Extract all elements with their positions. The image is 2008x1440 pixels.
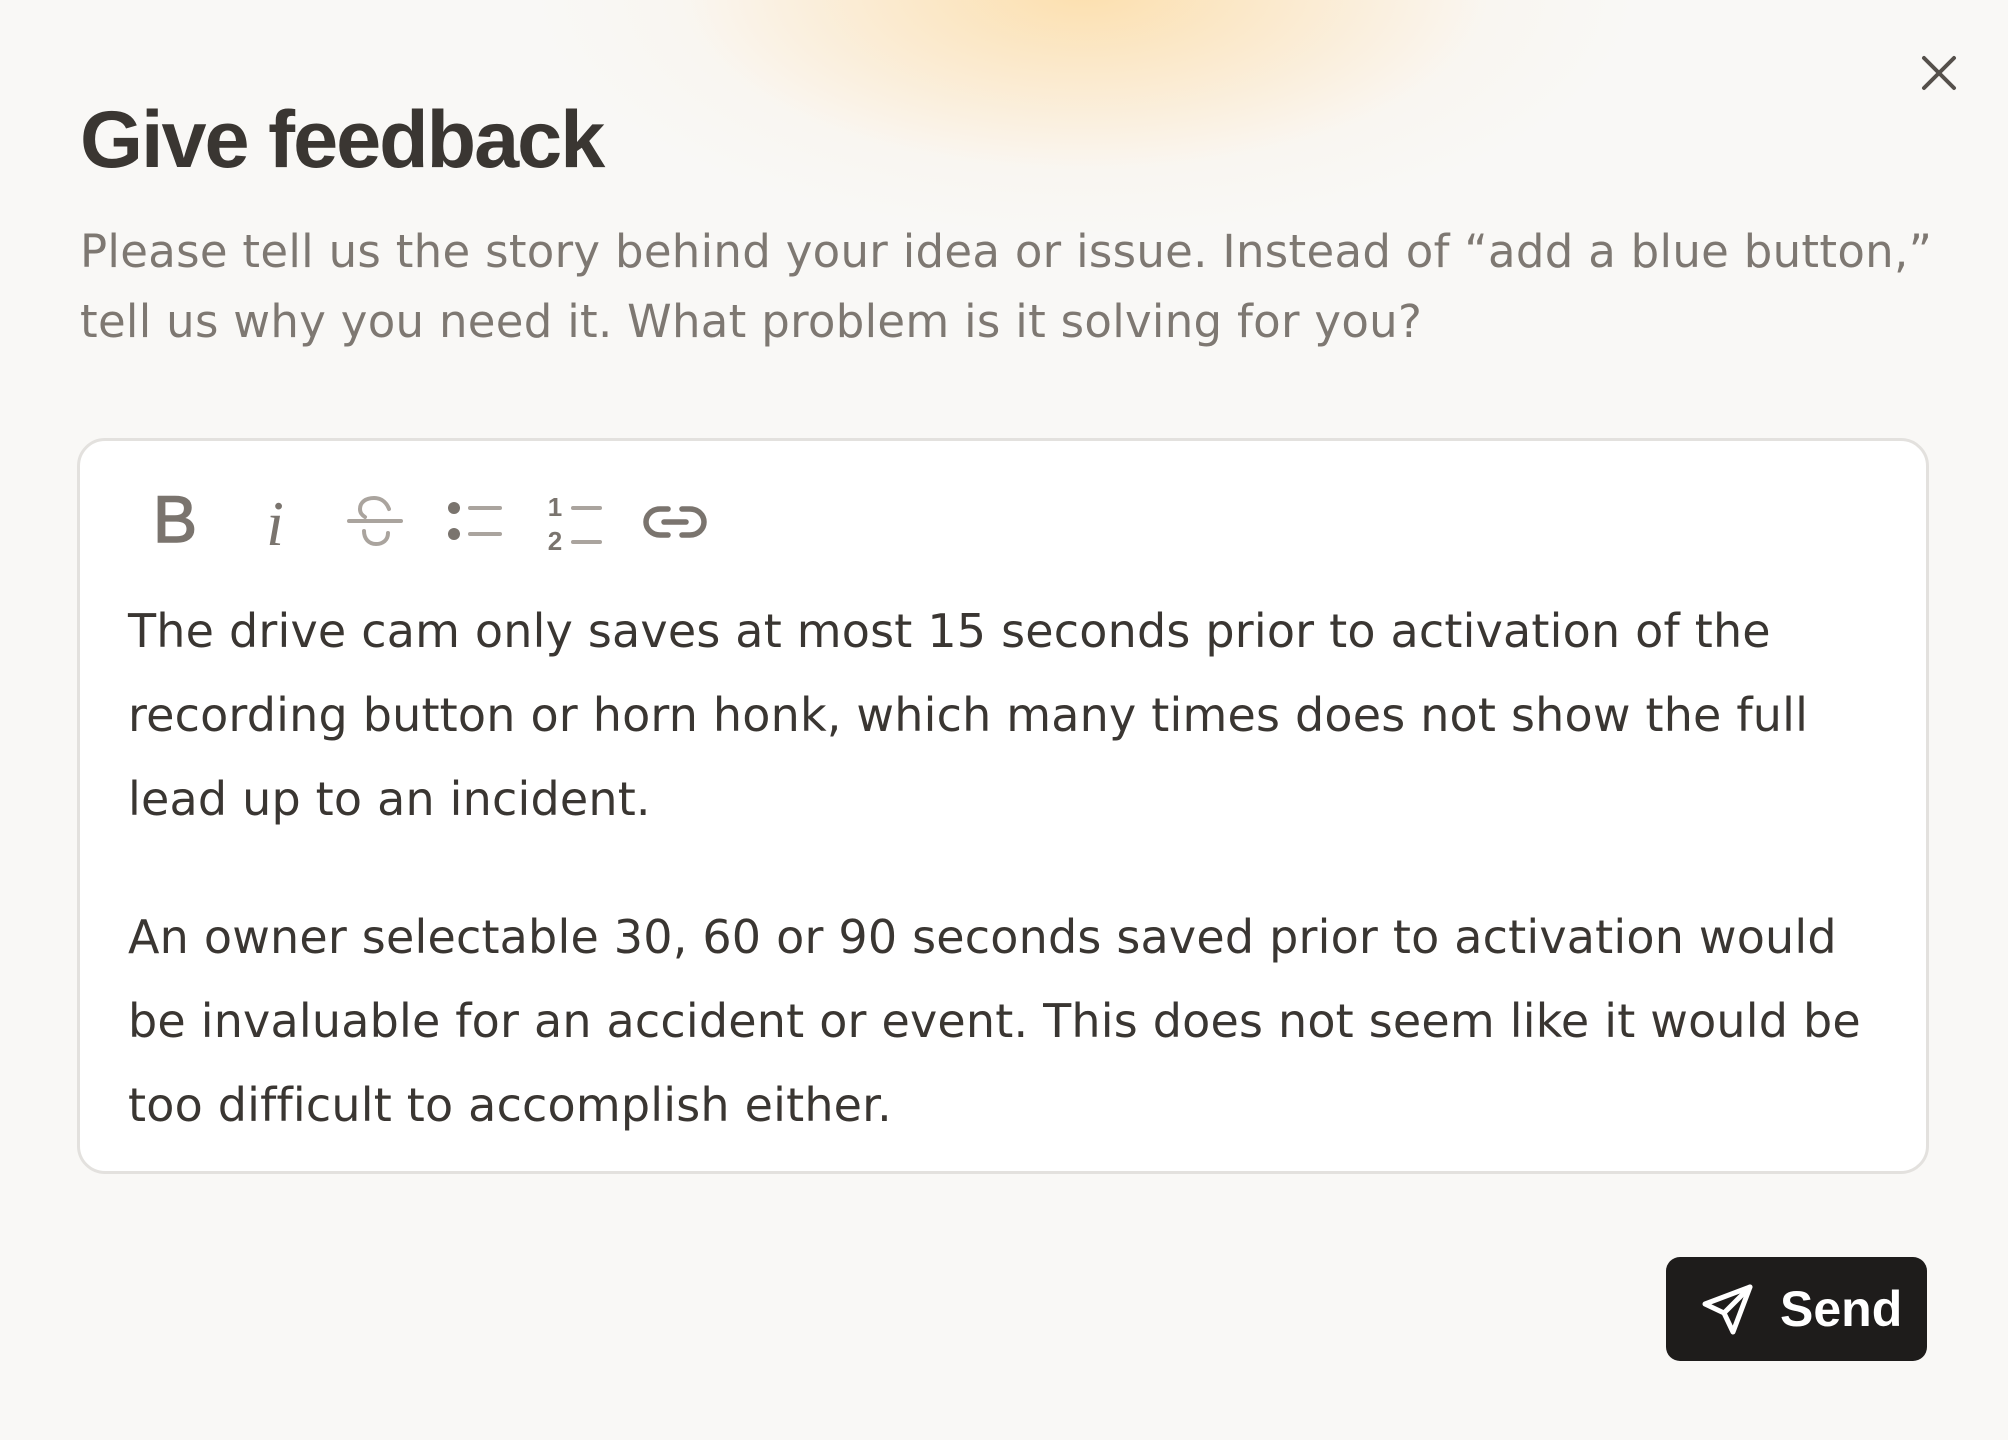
feedback-dialog: Give feedback Please tell us the story b… — [0, 0, 2008, 1440]
bulleted-list-icon — [448, 502, 502, 540]
bold-button[interactable]: B — [125, 477, 225, 567]
feedback-text-area[interactable]: The drive cam only saves at most 15 seco… — [128, 589, 1888, 1147]
formatting-toolbar: B i 1 2 — [125, 477, 725, 567]
link-button[interactable] — [625, 477, 725, 567]
italic-button[interactable]: i — [225, 477, 325, 567]
strikethrough-button[interactable] — [325, 477, 425, 567]
svg-text:B: B — [153, 487, 197, 556]
feedback-editor[interactable]: B i 1 2 The drive cam only saves at most… — [77, 438, 1929, 1174]
svg-text:2: 2 — [548, 526, 562, 556]
send-button[interactable]: Send — [1666, 1257, 1927, 1361]
strikethrough-icon — [347, 495, 403, 547]
paper-plane-icon — [1700, 1281, 1756, 1337]
svg-text:1: 1 — [548, 492, 562, 522]
numbered-list-button[interactable]: 1 2 — [525, 477, 625, 567]
dialog-title: Give feedback — [80, 95, 605, 185]
close-button[interactable] — [1916, 50, 1962, 96]
numbered-list-icon: 1 2 — [548, 492, 602, 556]
svg-text:i: i — [266, 488, 284, 557]
editor-paragraph: An owner selectable 30, 60 or 90 seconds… — [128, 910, 1861, 1132]
bulleted-list-button[interactable] — [425, 477, 525, 567]
close-icon — [1922, 56, 1956, 90]
bold-icon: B — [152, 487, 198, 557]
send-button-label: Send — [1780, 1281, 1903, 1337]
italic-icon: i — [266, 488, 284, 557]
editor-paragraph: The drive cam only saves at most 15 seco… — [128, 604, 1809, 826]
dialog-subtitle: Please tell us the story behind your ide… — [80, 225, 1933, 348]
link-icon — [643, 506, 707, 538]
